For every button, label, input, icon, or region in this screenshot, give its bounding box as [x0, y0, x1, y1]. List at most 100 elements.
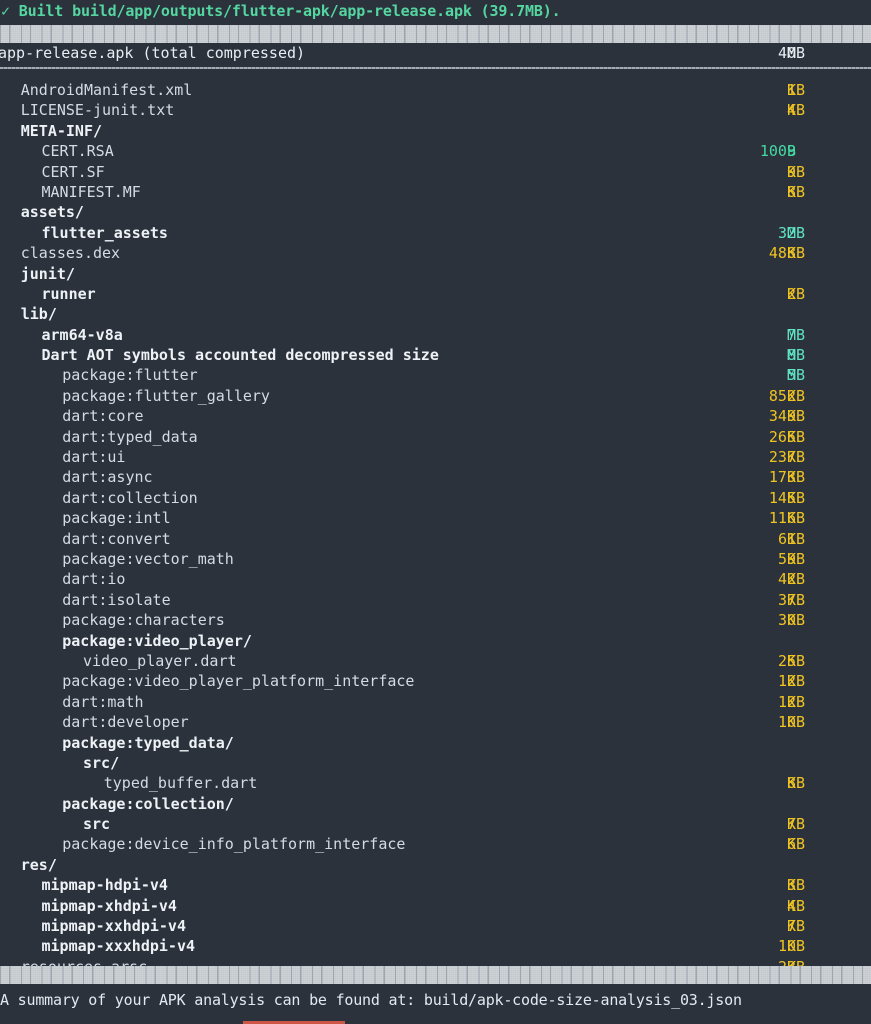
tree-row: dart:core349KB: [0, 406, 871, 426]
progress-bar-top: [0, 25, 871, 43]
tree-row-label: typed_buffer.dart: [104, 773, 258, 793]
tree-row-label: dart:convert: [62, 529, 170, 549]
apk-size-tree: AndroidManifest.xml1KBLICENSE-junit.txt4…: [0, 80, 871, 977]
tree-row-size-unit: KB: [787, 610, 817, 630]
tree-row-label: CERT.SF: [42, 162, 105, 182]
terminal-screen: ✓ Built build/app/outputs/flutter-apk/ap…: [0, 0, 871, 1024]
tree-row-size-unit: KB: [787, 916, 817, 936]
tree-row: package:device_info_platform_interface6K…: [0, 834, 871, 854]
tree-row: META-INF/: [0, 121, 871, 141]
tree-row: mipmap-xxxhdpi-v410KB: [0, 936, 871, 956]
tree-row: AndroidManifest.xml1KB: [0, 80, 871, 100]
tree-row-size-unit: KB: [787, 834, 817, 854]
tree-row: Dart AOT symbols accounted decompressed …: [0, 345, 871, 365]
summary-footer: A summary of your APK analysis can be fo…: [0, 988, 871, 1012]
tree-row-label: package:intl: [62, 508, 170, 528]
tree-row-size-unit: KB: [787, 651, 817, 671]
tree-row-label: dart:io: [62, 569, 125, 589]
tree-row-label: junit/: [21, 264, 75, 284]
tree-row-size-unit: KB: [787, 100, 817, 120]
tree-row-size-unit: KB: [787, 467, 817, 487]
tree-row: src/: [0, 753, 871, 773]
tree-row-size-unit: KB: [787, 182, 817, 202]
tree-row-label: CERT.RSA: [42, 141, 114, 161]
tree-row-label: package:device_info_platform_interface: [62, 834, 405, 854]
tree-row-label: src: [83, 814, 110, 834]
progress-bar-bottom: [0, 966, 871, 984]
tree-row-size-unit: MB: [787, 325, 817, 345]
tree-row-label: Dart AOT symbols accounted decompressed …: [42, 345, 439, 365]
tree-row-label: arm64-v8a: [42, 325, 123, 345]
tree-row-size-unit: KB: [787, 447, 817, 467]
tree-row: typed_buffer.dart8KB: [0, 773, 871, 793]
tree-row: runner2KB: [0, 284, 871, 304]
tree-row: CERT.RSA1009B: [0, 141, 871, 161]
tree-row-label: package:flutter: [62, 365, 197, 385]
tree-row-label: lib/: [21, 304, 57, 324]
tree-row-label: package:flutter_gallery: [62, 386, 270, 406]
tree-row-size-unit: KB: [787, 284, 817, 304]
tree-row: arm64-v8a7MB: [0, 325, 871, 345]
tree-row-size-unit: MB: [787, 223, 817, 243]
tree-row-size-unit: B: [787, 141, 817, 161]
tree-row-label: AndroidManifest.xml: [21, 80, 193, 100]
tree-row: package:characters30KB: [0, 610, 871, 630]
tree-row-label: package:typed_data/: [62, 733, 234, 753]
tree-row-label: dart:isolate: [62, 590, 170, 610]
tree-row-size-unit: KB: [787, 80, 817, 100]
tree-row-label: mipmap-hdpi-v4: [42, 875, 168, 895]
tree-row-label: dart:async: [62, 467, 152, 487]
tree-row-label: video_player.dart: [83, 651, 237, 671]
tree-row: res/: [0, 855, 871, 875]
tree-row-size-unit: KB: [787, 508, 817, 528]
tree-row-label: MANIFEST.MF: [42, 182, 141, 202]
tree-row: CERT.SF9KB: [0, 162, 871, 182]
tree-row: dart:isolate37KB: [0, 590, 871, 610]
tree-row: package:video_player/: [0, 631, 871, 651]
tree-row-size-unit: KB: [787, 549, 817, 569]
tree-row-size-unit: KB: [787, 671, 817, 691]
tree-row-label: dart:math: [62, 692, 143, 712]
tree-row: package:video_player_platform_interface1…: [0, 671, 871, 691]
tree-row-label: classes.dex: [21, 243, 120, 263]
tree-row-size-unit: KB: [787, 529, 817, 549]
tree-row-label: mipmap-xxhdpi-v4: [42, 916, 187, 936]
header-divider: [0, 67, 871, 69]
tree-row: dart:convert61KB: [0, 529, 871, 549]
tree-row: junit/: [0, 264, 871, 284]
tree-row: mipmap-hdpi-v43KB: [0, 875, 871, 895]
tree-row: classes.dex488KB: [0, 243, 871, 263]
tree-row: video_player.dart25KB: [0, 651, 871, 671]
tree-row: LICENSE-junit.txt4KB: [0, 100, 871, 120]
tree-row: package:flutter5MB: [0, 365, 871, 385]
apk-total-row: app-release.apk (total compressed) 40 MB: [0, 43, 871, 64]
tree-row-label: package:collection/: [62, 794, 234, 814]
tree-row-size-unit: KB: [787, 590, 817, 610]
tree-row: dart:ui237KB: [0, 447, 871, 467]
tree-row-size-unit: KB: [787, 162, 817, 182]
tree-row-size-unit: MB: [787, 365, 817, 385]
tree-row-size-unit: KB: [787, 712, 817, 732]
tree-row-size-unit: KB: [787, 936, 817, 956]
tree-row-label: assets/: [21, 202, 84, 222]
tree-row-label: dart:collection: [62, 488, 197, 508]
tree-row-label: src/: [83, 753, 119, 773]
tree-row: dart:async173KB: [0, 467, 871, 487]
apk-total-size-unit: MB: [787, 43, 817, 64]
tree-row: dart:math12KB: [0, 692, 871, 712]
tree-row-label: package:video_player_platform_interface: [62, 671, 414, 691]
tree-row: package:vector_math59KB: [0, 549, 871, 569]
tree-row-size-unit: KB: [787, 814, 817, 834]
tree-row-label: package:video_player/: [62, 631, 252, 651]
tree-row-size-unit: KB: [787, 427, 817, 447]
tree-row-size-unit: KB: [787, 488, 817, 508]
tree-row: MANIFEST.MF8KB: [0, 182, 871, 202]
tree-row: dart:collection145KB: [0, 488, 871, 508]
build-message: Built build/app/outputs/flutter-apk/app-…: [19, 2, 561, 20]
tree-row: dart:io42KB: [0, 569, 871, 589]
tree-row-label: package:characters: [62, 610, 225, 630]
tree-row-label: runner: [42, 284, 96, 304]
tree-row: package:intl116KB: [0, 508, 871, 528]
tree-row-label: res/: [21, 855, 57, 875]
tree-row-label: META-INF/: [21, 121, 102, 141]
